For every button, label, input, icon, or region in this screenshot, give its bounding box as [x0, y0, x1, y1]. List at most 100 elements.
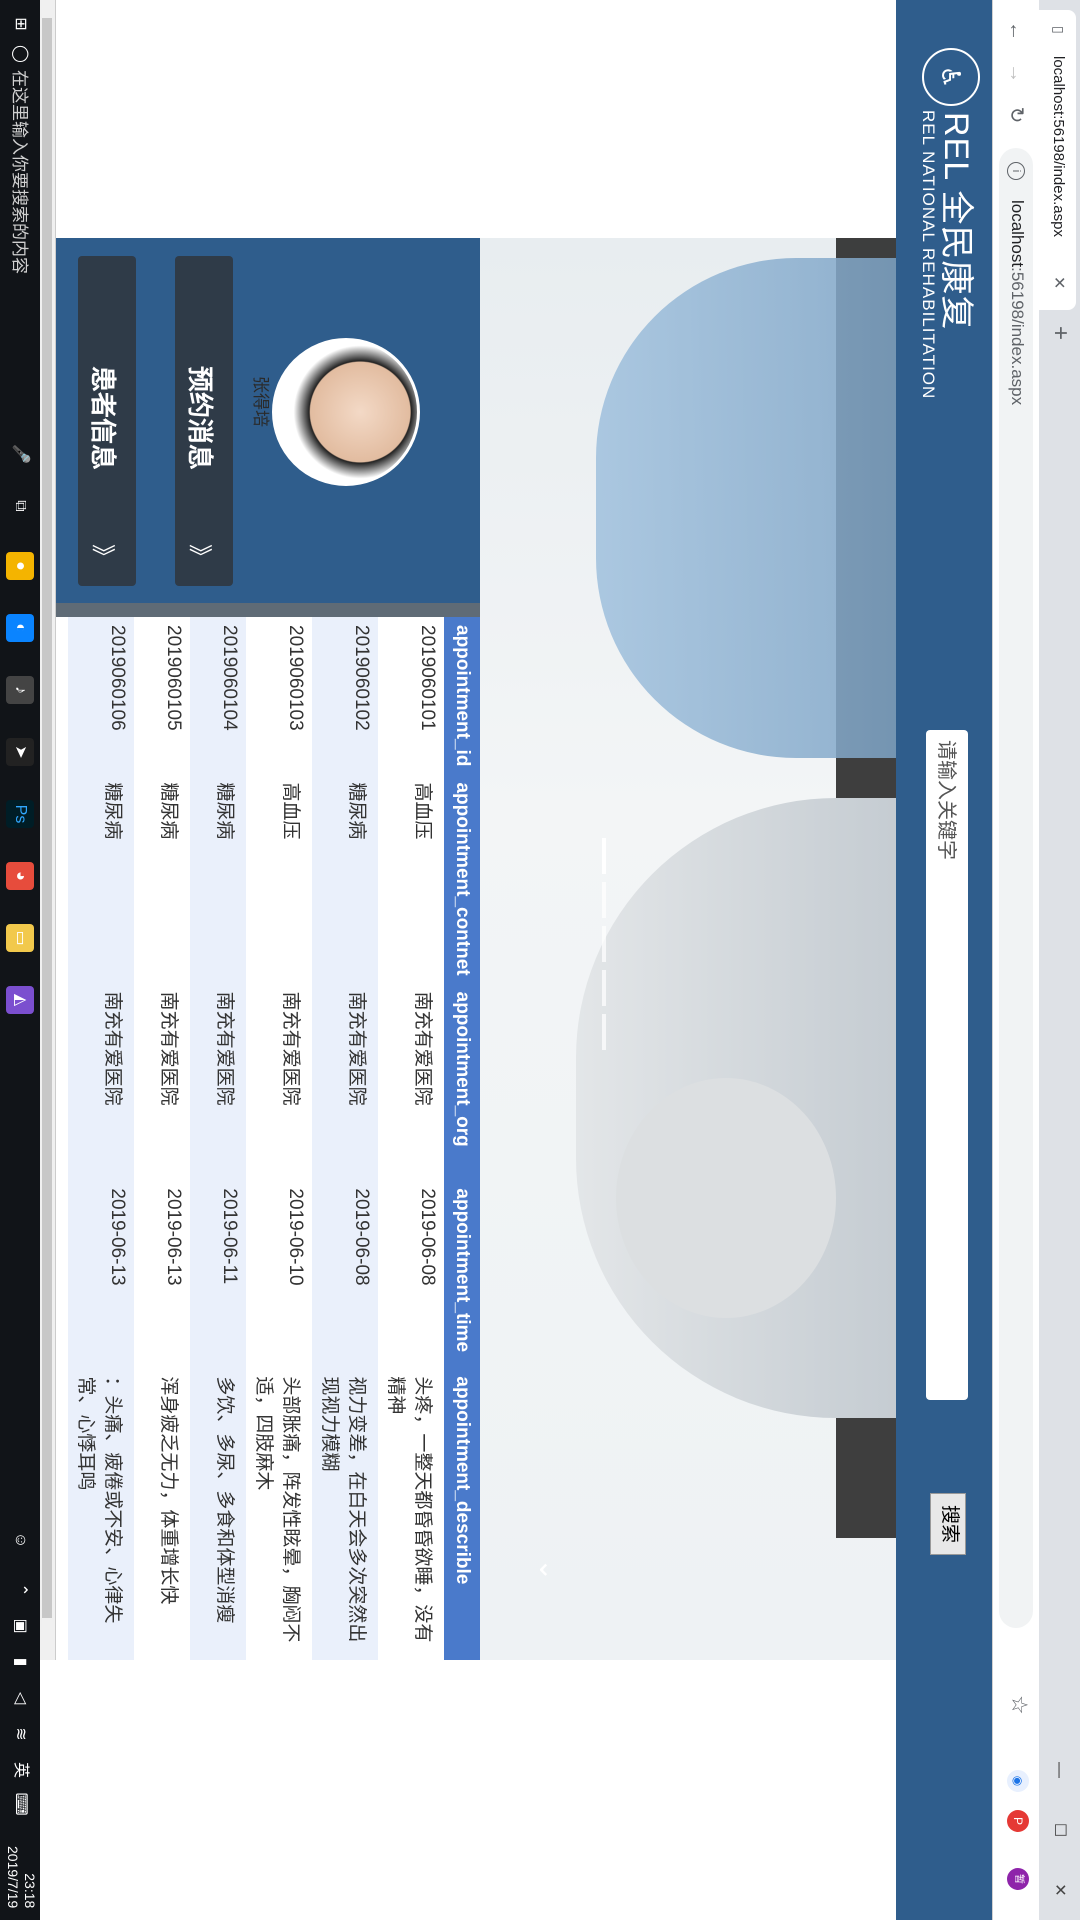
logo-icon: ♿ — [922, 48, 980, 106]
site-header: ♿ REL 全民康复 REL NATIONAL REHABILITATION 搜… — [896, 0, 992, 1920]
mic-icon[interactable]: 🎤 — [6, 440, 34, 468]
folder-icon[interactable]: ▭ — [6, 924, 34, 952]
table-cell: 2019-06-08 — [312, 1180, 378, 1369]
music-icon[interactable]: ♪ — [6, 676, 34, 704]
search-box — [924, 730, 968, 1400]
table-row[interactable]: 2019060106 糖尿病 南充有爱医院 2019-06-13 ：头痛、疲倦或… — [68, 617, 134, 1660]
browser-tab[interactable]: ▯ localhost:56198/index.aspx ✕ — [1039, 10, 1076, 310]
back-arrow-icon[interactable]: ← — [1003, 18, 1029, 44]
url-host: localhost — [1008, 200, 1027, 268]
brand-title: REL 全民康复 — [937, 112, 975, 331]
chevron-down-icon[interactable]: ⌄ — [533, 1558, 566, 1581]
table-cell: 高血压 — [246, 774, 312, 984]
carousel-dot[interactable] — [602, 1014, 606, 1050]
table-cell: 糖尿病 — [190, 774, 246, 984]
new-tab-icon[interactable]: + — [1046, 326, 1074, 340]
window-close-icon[interactable]: ✕ — [1039, 1860, 1080, 1920]
minimize-icon[interactable]: — — [1039, 1740, 1080, 1800]
table-cell: 视力变差，在白天会多次突然出现视力模糊 — [312, 1368, 378, 1660]
visual-studio-icon[interactable]: ◭ — [6, 986, 34, 1014]
patient-info-button[interactable]: 患者信息 》 — [78, 256, 136, 586]
table-row[interactable]: 2019060105 糖尿病 南充有爱医院 2019-06-13 浑身疲乏无力，… — [134, 617, 190, 1660]
url-text: localhost:56198/index.aspx — [1007, 200, 1027, 405]
ime-indicator[interactable]: 英 — [6, 1756, 34, 1784]
table-cell: 浑身疲乏无力，体重增长快 — [134, 1368, 190, 1660]
keyboard-icon[interactable]: ⌨ — [6, 1790, 34, 1818]
column-header: appointment_id — [444, 617, 480, 775]
security-icon[interactable]: ▣ — [6, 1612, 34, 1640]
extension-icon[interactable]: ◉ — [1007, 1770, 1029, 1792]
clock-time: 23:18 — [22, 1873, 38, 1909]
app-icon[interactable]: ➤ — [6, 738, 34, 766]
page-icon: ▯ — [1051, 26, 1067, 34]
taskbar-search-input[interactable]: 在这里输入你要搜索的内容 — [9, 70, 34, 274]
table-cell: 南充有爱医院 — [190, 983, 246, 1181]
info-icon[interactable]: i — [1007, 162, 1025, 180]
table-cell: 多饮、多尿、多食和体型消瘦 — [190, 1368, 246, 1660]
task-view-icon[interactable]: ⧉ — [6, 492, 34, 520]
profile-avatar[interactable]: 暂 — [1007, 1868, 1029, 1890]
appointment-messages-button[interactable]: 预约消息 》 — [175, 256, 233, 586]
address-bar[interactable]: i localhost:56198/index.aspx — [999, 148, 1033, 1628]
table-cell: 2019-06-08 — [378, 1180, 444, 1369]
avatar — [272, 338, 420, 486]
carousel-dot[interactable] — [602, 970, 606, 1006]
windows-start-icon[interactable]: ⊞ — [6, 10, 34, 38]
carousel-dot[interactable] — [602, 838, 606, 874]
table-cell: 2019-06-10 — [246, 1180, 312, 1369]
button-label: 患者信息 — [88, 366, 118, 471]
table-cell: 2019060104 — [190, 617, 246, 775]
reload-icon[interactable]: ↻ — [1003, 102, 1029, 128]
table-row[interactable]: 2019060103 高血压 南充有爱医院 2019-06-10 头部胀痛，阵发… — [246, 617, 312, 1660]
pinterest-icon[interactable]: P — [1007, 1810, 1029, 1832]
column-header: appointment_org — [444, 983, 480, 1181]
rotated-screen: ▯ localhost:56198/index.aspx ✕ + — ☐ ✕ ←… — [0, 0, 1080, 1920]
volume-icon[interactable]: ◁ — [6, 1684, 34, 1712]
table-cell: 2019060106 — [68, 617, 134, 775]
table-cell: 2019-06-13 — [134, 1180, 190, 1369]
column-header: appointment_describle — [444, 1368, 480, 1660]
table-cell: 2019-06-13 — [68, 1180, 134, 1369]
table-cell: 头疼，一整天都昏昏欲睡，没有精神 — [378, 1368, 444, 1660]
carousel-dot[interactable] — [602, 926, 606, 962]
table-cell: 糖尿病 — [312, 774, 378, 984]
search-input[interactable] — [924, 738, 968, 1382]
appointment-table-container: appointment_id appointment_contnet appoi… — [56, 617, 480, 1660]
table-header-row: appointment_id appointment_contnet appoi… — [444, 617, 480, 1660]
username: 张得培 — [251, 376, 270, 427]
table-cell: 南充有爱医院 — [68, 983, 134, 1181]
table-cell: 2019060103 — [246, 617, 312, 775]
table-cell: 2019060102 — [312, 617, 378, 775]
carousel-dot[interactable] — [602, 882, 606, 918]
chrome-icon[interactable]: ● — [6, 552, 34, 580]
hero-banner-image: ⌄ — [480, 238, 896, 1660]
people-icon[interactable]: ☺ — [6, 1526, 34, 1554]
table-row[interactable]: 2019060102 糖尿病 南充有爱医院 2019-06-08 视力变差，在白… — [312, 617, 378, 1660]
chevron-up-icon[interactable]: ⌃ — [6, 1576, 34, 1604]
close-icon[interactable]: ✕ — [1049, 276, 1069, 289]
qq-icon[interactable]: ◐ — [6, 614, 34, 642]
paint-icon[interactable]: ◕ — [6, 862, 34, 890]
search-button[interactable]: 搜索 — [930, 1493, 966, 1555]
table-cell: 南充有爱医院 — [312, 983, 378, 1181]
table-cell: ：头痛、疲倦或不安、心律失常、心悸耳鸣 — [68, 1368, 134, 1660]
cortana-icon[interactable]: ◯ — [6, 40, 34, 68]
forward-arrow-icon[interactable]: → — [1003, 60, 1029, 86]
bookmark-star-icon[interactable]: ☆ — [1006, 1695, 1032, 1715]
chevron-right-icon: 》 — [186, 544, 213, 568]
table-row[interactable]: 2019060101 高血压 南充有爱医院 2019-06-08 头疼，一整天都… — [378, 617, 444, 1660]
photoshop-icon[interactable]: Ps — [6, 800, 34, 828]
table-cell: 南充有爱医院 — [134, 983, 190, 1181]
chevron-right-icon: 》 — [89, 544, 116, 568]
system-clock[interactable]: 23:18 2019/7/19 — [4, 1846, 38, 1908]
table-cell: 糖尿病 — [134, 774, 190, 984]
battery-icon[interactable]: ▮ — [6, 1648, 34, 1676]
column-header: appointment_contnet — [444, 774, 480, 984]
table-horizontal-scrollbar[interactable] — [39, 0, 56, 1660]
patient-head — [616, 1078, 836, 1318]
table-row[interactable]: 2019060104 糖尿病 南充有爱医院 2019-06-11 多饮、多尿、多… — [190, 617, 246, 1660]
wifi-icon[interactable]: ≋ — [6, 1720, 34, 1748]
scrollbar-thumb[interactable] — [42, 18, 52, 1618]
maximize-icon[interactable]: ☐ — [1039, 1800, 1080, 1860]
panel-divider — [56, 603, 480, 617]
